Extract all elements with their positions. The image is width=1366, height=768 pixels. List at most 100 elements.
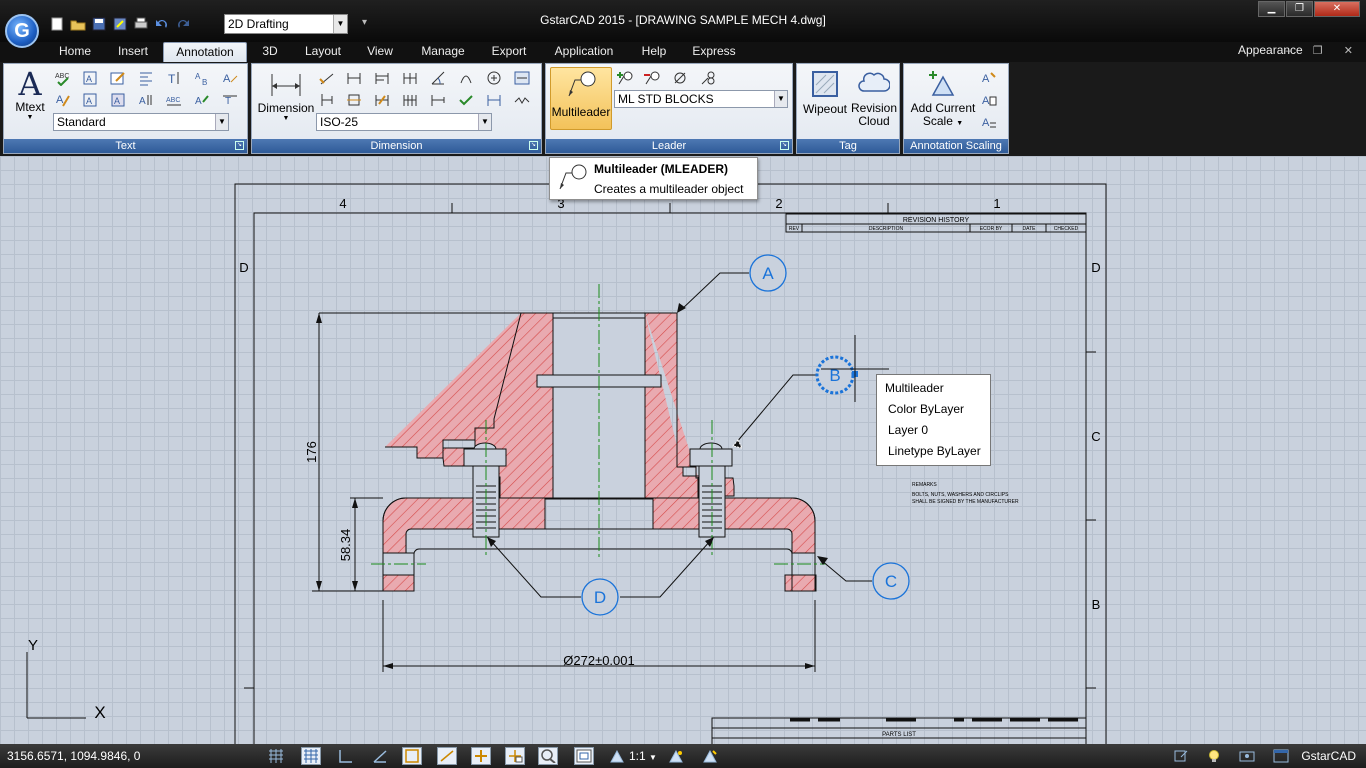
baseline-dim-icon[interactable] — [373, 69, 391, 87]
minimize-button[interactable]: ▁ — [1258, 1, 1285, 17]
angular-dim-icon[interactable] — [429, 69, 447, 87]
dynamic-ucs-icon[interactable] — [471, 747, 491, 765]
revision-cloud-button[interactable]: Revision Cloud — [849, 69, 899, 128]
dim-update-icon[interactable] — [485, 91, 503, 109]
tab-layout[interactable]: Layout — [296, 42, 350, 62]
justify-text-icon[interactable]: AB — [193, 69, 211, 87]
clean-screen-icon[interactable] — [1271, 747, 1291, 765]
edit-text-icon[interactable] — [109, 69, 127, 87]
wipeout-button[interactable]: Wipeout — [801, 69, 849, 116]
polar-icon[interactable] — [370, 747, 390, 765]
text-convert-icon[interactable]: A — [193, 91, 211, 109]
linear-dim-icon[interactable] — [345, 69, 363, 87]
collect-leader-icon[interactable] — [699, 69, 717, 87]
tray-settings-icon[interactable] — [1237, 747, 1257, 765]
dim-space-icon[interactable] — [373, 91, 391, 109]
tab-insert[interactable]: Insert — [108, 42, 158, 62]
dim-oblique-icon[interactable] — [429, 91, 447, 109]
text-style-select[interactable]: Standard ▼ — [53, 113, 229, 131]
text-height-icon[interactable]: T — [165, 69, 183, 87]
balloon-label: A — [762, 264, 774, 283]
text-box-icon[interactable]: A — [81, 91, 99, 109]
document-window-controls[interactable]: – ❐ ✕ — [1286, 44, 1362, 57]
text-fit-icon[interactable]: A — [137, 91, 155, 109]
dialog-launcher-icon[interactable]: ↘ — [529, 141, 538, 150]
scale-list-icon[interactable]: A — [980, 69, 998, 87]
sync-scale-icon[interactable]: A — [980, 113, 998, 131]
part-section[interactable] — [319, 312, 817, 592]
text-scale-icon[interactable]: A — [221, 69, 239, 87]
revision-history-title: REVISION HISTORY — [903, 217, 970, 224]
snap-icon[interactable] — [266, 747, 286, 765]
grid-icon[interactable] — [301, 747, 321, 765]
text-spacing-icon[interactable]: ABC — [165, 91, 183, 109]
model-space-icon[interactable] — [574, 747, 594, 765]
svg-text:A: A — [223, 73, 231, 85]
annotation-scale-icon[interactable] — [607, 747, 627, 765]
chevron-down-icon[interactable]: ▼ — [215, 114, 228, 130]
tab-view[interactable]: View — [360, 42, 400, 62]
dim-inspect-icon[interactable] — [457, 91, 475, 109]
continue-dim-icon[interactable] — [401, 69, 419, 87]
tab-express[interactable]: Express — [686, 42, 742, 62]
dim-jogged-line-icon[interactable] — [513, 91, 531, 109]
add-delete-scales-icon[interactable]: A — [980, 91, 998, 109]
tab-manage[interactable]: Manage — [412, 42, 474, 62]
brand-label: GstarCAD — [1301, 749, 1356, 763]
otrack-icon[interactable] — [437, 747, 457, 765]
text-align-icon[interactable] — [137, 69, 155, 87]
svg-text:T: T — [225, 96, 231, 107]
drawing-svg[interactable]: 4 3 2 1 D D C B REVISION HISTORY REV DES… — [0, 156, 1366, 744]
multileader-button[interactable]: Multileader — [550, 67, 612, 130]
quick-props-color[interactable]: Color ByLayer — [888, 402, 964, 416]
text-frame-icon[interactable]: A — [81, 69, 99, 87]
annotation-scale-value[interactable]: 1:1 ▼ — [629, 749, 657, 763]
remove-leader-icon[interactable] — [643, 69, 661, 87]
quick-props-layer[interactable]: Layer 0 — [888, 423, 928, 437]
tab-3d[interactable]: 3D — [254, 42, 286, 62]
align-leader-icon[interactable] — [671, 69, 689, 87]
add-current-scale-button[interactable]: Add Current Scale ▼ — [908, 69, 978, 130]
close-button[interactable]: ✕ — [1314, 1, 1360, 17]
chevron-down-icon[interactable]: ▼ — [478, 114, 491, 130]
maximize-button[interactable]: ❐ — [1286, 1, 1313, 17]
osnap-icon[interactable] — [402, 747, 422, 765]
ucs-icon — [26, 652, 86, 719]
dialog-launcher-icon[interactable]: ↘ — [235, 141, 244, 150]
dim-break-icon[interactable] — [345, 91, 363, 109]
aligned-dim-icon[interactable] — [318, 69, 336, 87]
tab-export[interactable]: Export — [484, 42, 534, 62]
workspace-switch-icon[interactable] — [1171, 747, 1191, 765]
lightbulb-icon[interactable] — [1204, 747, 1224, 765]
text-mask-icon[interactable]: A — [109, 91, 127, 109]
tab-home[interactable]: Home — [50, 42, 100, 62]
center-mark-icon[interactable] — [485, 69, 503, 87]
dynamic-input-icon[interactable] — [505, 747, 525, 765]
tab-application[interactable]: Application — [548, 42, 620, 62]
dimension-button[interactable]: Dimension ▼ — [256, 70, 316, 122]
status-bar: 3156.6571, 1094.9846, 0 1:1 ▼ GstarCAD — [0, 744, 1366, 768]
arc-length-icon[interactable] — [457, 69, 475, 87]
drawing-canvas[interactable]: 4 3 2 1 D D C B REVISION HISTORY REV DES… — [0, 156, 1366, 744]
text-arc-icon[interactable]: T — [221, 91, 239, 109]
multileader-style-select[interactable]: ML STD BLOCKS ▼ — [614, 90, 788, 108]
dim-jog-icon[interactable] — [401, 91, 419, 109]
mtext-button[interactable]: A Mtext ▼ — [10, 68, 50, 121]
add-leader-icon[interactable] — [616, 69, 634, 87]
dimension-style-select[interactable]: ISO-25 ▼ — [316, 113, 492, 131]
dim-style-icon[interactable] — [513, 69, 531, 87]
leader-panel-title: Leader ↘ — [546, 139, 792, 153]
app-logo-button[interactable]: G — [5, 14, 39, 48]
chevron-down-icon[interactable]: ▼ — [774, 91, 787, 107]
tab-help[interactable]: Help — [634, 42, 674, 62]
ordinate-dim-icon[interactable] — [318, 91, 336, 109]
spell-check-icon[interactable]: ABC — [54, 69, 72, 87]
quick-props-linetype[interactable]: Linetype ByLayer — [888, 444, 981, 458]
tab-annotation[interactable]: Annotation — [163, 42, 247, 62]
lineweight-icon[interactable] — [538, 747, 558, 765]
ortho-icon[interactable] — [335, 747, 355, 765]
annotation-visibility-icon[interactable] — [666, 747, 686, 765]
auto-scale-icon[interactable] — [700, 747, 720, 765]
dialog-launcher-icon[interactable]: ↘ — [780, 141, 789, 150]
find-replace-icon[interactable]: A — [54, 91, 72, 109]
